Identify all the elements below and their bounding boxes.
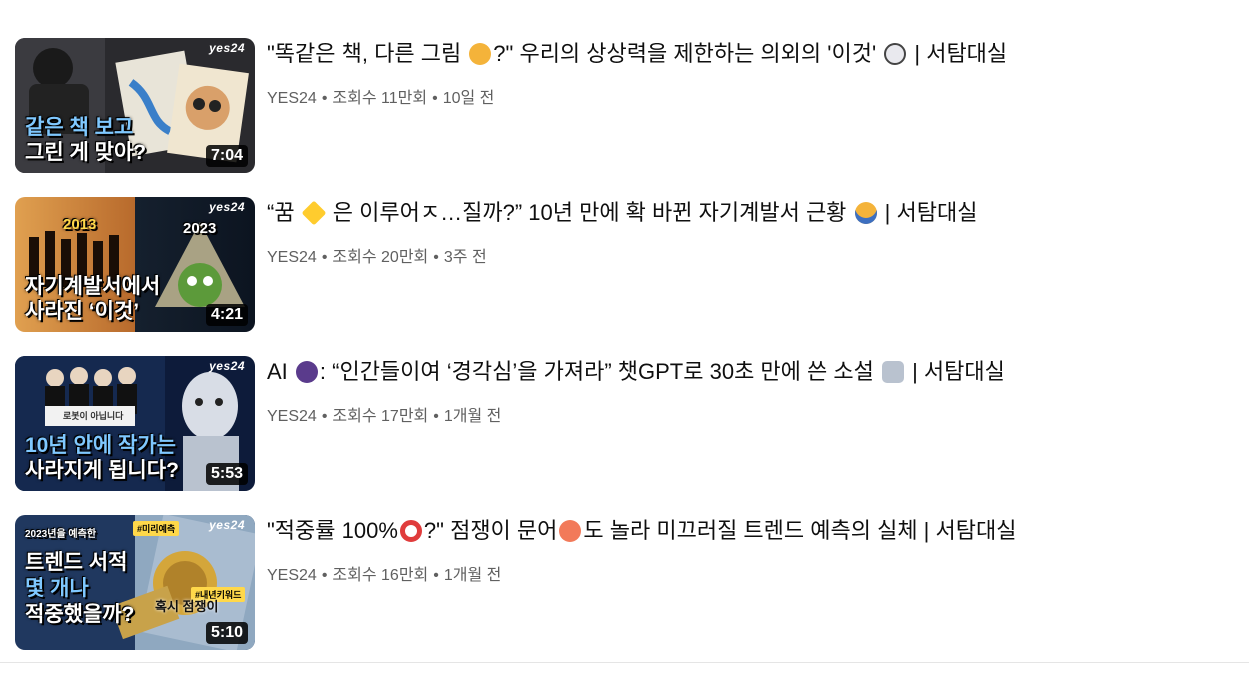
thumbnail-text-line: 사라지게 됩니다?	[25, 459, 179, 482]
thumbnail-tag: 2023년을 예측한	[25, 529, 97, 540]
video-metadata: YES24 • 조회수 20만회 • 3주 전	[267, 243, 487, 267]
channel-watermark: yes24	[209, 41, 245, 55]
duration-badge: 4:21	[205, 304, 248, 326]
separator: •	[321, 567, 328, 584]
thumbnail-caption: 로봇이 아닙니다	[63, 411, 124, 421]
view-count: 조회수 16만회	[332, 567, 429, 584]
thumbnail-text-line: 자기계발서에서	[25, 275, 161, 298]
title-text: | 서탐대실	[908, 41, 1008, 66]
video-item[interactable]: yes24 2013 2023 자기계발서에서 사라진 ‘이것’ 4:21 “꿈…	[15, 197, 1235, 332]
title-text: 도 놀라 미끄러질 트렌드 예측의 실체 | 서탐대실	[583, 518, 1017, 543]
separator: •	[432, 90, 438, 107]
title-text: AI	[267, 359, 294, 384]
upload-age: 3주 전	[443, 249, 487, 266]
duration-badge: 5:10	[205, 622, 248, 644]
thumbnail-text-line: 그린 게 맞아?	[25, 141, 147, 164]
title-text: "적중률 100%	[267, 518, 398, 543]
separator: •	[321, 249, 328, 266]
title-text: : “인간들이여 ‘경각심’을 가져라” 챗GPT로 30초 만에 쓴 소설	[319, 359, 880, 384]
video-metadata: YES24 • 조회수 16만회 • 1개월 전	[267, 561, 501, 585]
duration-badge: 5:53	[205, 463, 248, 485]
channel-name[interactable]: YES24	[267, 90, 317, 107]
title-text: “꿈	[267, 200, 301, 225]
screaming-face-icon	[854, 202, 877, 224]
upload-age: 1개월 전	[443, 567, 502, 584]
channel-name[interactable]: YES24	[267, 408, 317, 425]
channel-name[interactable]: YES24	[267, 249, 317, 266]
separator: •	[433, 408, 439, 425]
channel-watermark: yes24	[209, 518, 245, 532]
eyes-icon	[884, 43, 907, 65]
octopus-icon	[559, 520, 582, 542]
thumbnail-text-line: 사라진 ‘이것’	[25, 300, 140, 323]
thumbnail-text-line: 적중했을까?	[25, 603, 135, 626]
video-item[interactable]: yes24 2023년을 예측한 #미리예측 #내년키워드 트렌드 서적 몇 개…	[15, 515, 1235, 650]
video-item[interactable]: yes24 로봇이 아닙니다 10년 안에 작가는 사라지게 됩니다? 5:53…	[15, 356, 1235, 491]
title-text: "똑같은 책, 다른 그림	[267, 41, 468, 66]
upload-age: 1개월 전	[443, 408, 502, 425]
video-list: yes24 같은 책 보고 그린 게 맞아? 7:04 "똑같은 책, 다른 그…	[15, 38, 1235, 650]
bottom-divider	[0, 662, 1249, 663]
channel-watermark: yes24	[209, 200, 245, 214]
star-icon	[301, 200, 327, 226]
robot-icon	[881, 361, 904, 383]
video-metadata: YES24 • 조회수 11만회 • 10일 전	[267, 84, 494, 108]
thumbnail-side-text: 혹시 점쟁이	[155, 599, 219, 614]
thinking-face-icon	[469, 43, 492, 65]
direct-hit-icon	[399, 520, 422, 542]
title-text: | 서탐대실	[878, 200, 978, 225]
video-item[interactable]: yes24 같은 책 보고 그린 게 맞아? 7:04 "똑같은 책, 다른 그…	[15, 38, 1235, 173]
duration-badge: 7:04	[205, 145, 248, 167]
separator: •	[321, 408, 328, 425]
thumbnail-text-line: 몇 개나	[25, 577, 89, 600]
view-count: 조회수 17만회	[332, 408, 429, 425]
video-title[interactable]: "똑같은 책, 다른 그림 ?" 우리의 상상력을 제한하는 의외의 '이것' …	[267, 40, 1007, 68]
separator: •	[433, 249, 439, 266]
speaking-head-icon	[295, 361, 318, 383]
video-thumbnail[interactable]: yes24 같은 책 보고 그린 게 맞아? 7:04	[15, 38, 255, 173]
video-thumbnail[interactable]: yes24 로봇이 아닙니다 10년 안에 작가는 사라지게 됩니다? 5:53	[15, 356, 255, 491]
thumbnail-text-line: 같은 책 보고	[25, 116, 134, 139]
thumbnail-tag: #미리예측	[133, 521, 180, 536]
video-metadata: YES24 • 조회수 17만회 • 1개월 전	[267, 402, 501, 426]
title-text: ?" 우리의 상상력을 제한하는 의외의 '이것'	[493, 41, 883, 66]
view-count: 조회수 11만회	[332, 90, 428, 107]
title-text: | 서탐대실	[905, 359, 1005, 384]
title-text: 은 이루어ㅈ…질까?” 10년 만에 확 바뀐 자기계발서 근황	[326, 200, 853, 225]
title-text: ?" 점쟁이 문어	[423, 518, 558, 543]
video-title[interactable]: "적중률 100% ?" 점쟁이 문어 도 놀라 미끄러질 트렌드 예측의 실체 |…	[267, 517, 1016, 545]
thumbnail-text-line: 트렌드 서적	[25, 551, 128, 574]
video-thumbnail[interactable]: yes24 2023년을 예측한 #미리예측 #내년키워드 트렌드 서적 몇 개…	[15, 515, 255, 650]
video-title[interactable]: AI : “인간들이여 ‘경각심’을 가져라” 챗GPT로 30초 만에 쓴 소…	[267, 358, 1005, 386]
upload-age: 10일 전	[442, 90, 495, 107]
separator: •	[321, 90, 328, 107]
separator: •	[433, 567, 439, 584]
channel-watermark: yes24	[209, 359, 245, 373]
thumbnail-text-line: 10년 안에 작가는	[25, 434, 176, 457]
video-title[interactable]: “꿈 은 이루어ㅈ…질까?” 10년 만에 확 바뀐 자기계발서 근황 | 서탐…	[267, 199, 977, 227]
thumbnail-year: 2023	[183, 220, 217, 237]
channel-name[interactable]: YES24	[267, 567, 317, 584]
video-thumbnail[interactable]: yes24 2013 2023 자기계발서에서 사라진 ‘이것’ 4:21	[15, 197, 255, 332]
thumbnail-year: 2013	[63, 216, 97, 233]
view-count: 조회수 20만회	[332, 249, 429, 266]
